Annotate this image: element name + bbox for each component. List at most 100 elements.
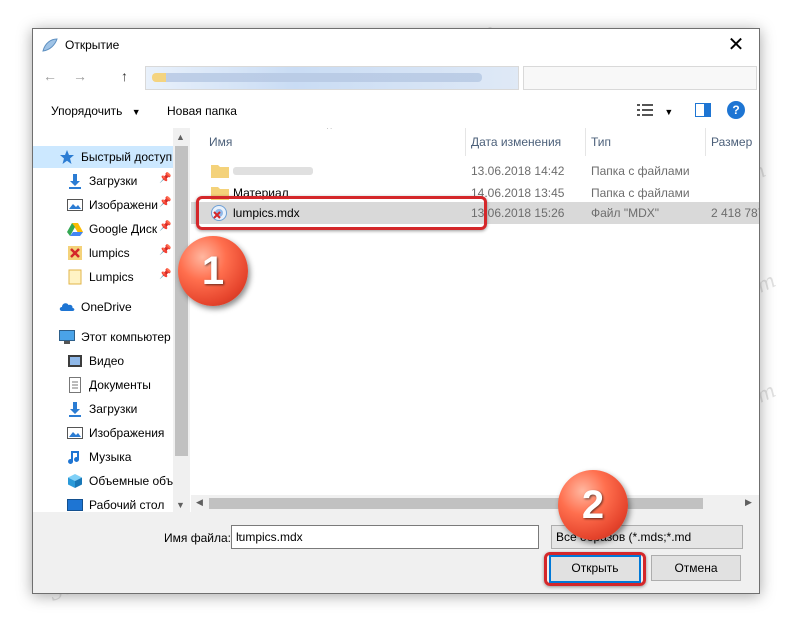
desktop-icon	[67, 498, 83, 511]
forward-button[interactable]: →	[73, 68, 87, 84]
highlight-open-button	[544, 552, 646, 586]
sidebar-item-label: Загрузки	[89, 402, 138, 416]
sidebar-item-lumpics[interactable]: lumpics	[67, 242, 130, 264]
column-header-date[interactable]: Дата изменения	[471, 128, 561, 156]
organize-label: Упорядочить	[51, 104, 123, 118]
pictures-icon	[67, 198, 83, 211]
toolbar: Упорядочить ▼ Новая папка ▼ ?	[33, 92, 759, 128]
column-divider[interactable]	[705, 128, 706, 156]
sort-indicator-icon: ^	[327, 128, 332, 135]
preview-pane-icon[interactable]	[694, 103, 711, 117]
file-date: 13.06.2018 14:42	[471, 164, 565, 178]
file-type: Папка с файлами	[591, 164, 690, 178]
sidebar-item-quick-access[interactable]: Быстрый доступ	[59, 146, 172, 168]
column-header-type[interactable]: Тип	[591, 128, 611, 156]
column-divider[interactable]	[465, 128, 466, 156]
help-button[interactable]: ?	[727, 101, 745, 119]
new-folder-button[interactable]: Новая папка	[167, 104, 237, 118]
address-path-blurred	[152, 73, 482, 82]
address-row: ← → ↑	[33, 62, 759, 92]
column-header-size[interactable]: Размер	[711, 128, 752, 156]
column-divider[interactable]	[585, 128, 586, 156]
sidebar-item-video[interactable]: Видео	[67, 350, 124, 372]
sidebar-scrollbar[interactable]: ▲ ▼	[173, 128, 190, 512]
cloud-icon	[59, 303, 75, 311]
column-header-name[interactable]: Имя	[209, 128, 232, 156]
chevron-down-icon: ▼	[131, 107, 141, 117]
scrollbar-thumb[interactable]	[209, 498, 703, 509]
sidebar-item-pictures[interactable]: Изображени	[67, 194, 158, 216]
sidebar-item-label: Загрузки	[89, 174, 138, 188]
sidebar-item-downloads[interactable]: Загрузки	[67, 170, 137, 192]
file-name-blurred	[233, 167, 313, 175]
table-row[interactable]: 13.06.2018 14:42 Папка с файлами	[191, 160, 759, 182]
scroll-right-icon[interactable]: ▶	[745, 497, 752, 508]
window-title: Открытие	[65, 38, 120, 52]
scroll-up-icon[interactable]: ▲	[176, 132, 185, 142]
sidebar-item-label: Объемные объ	[89, 474, 173, 488]
up-button[interactable]: ↑	[121, 68, 128, 84]
computer-icon	[59, 329, 75, 344]
organize-button[interactable]: Упорядочить ▼	[51, 104, 141, 118]
close-button[interactable]: ✕	[713, 29, 759, 61]
folder-icon	[211, 165, 229, 178]
pin-icon: 📌	[159, 197, 172, 208]
sidebar-item-label: Музыка	[89, 450, 132, 464]
scroll-down-icon[interactable]: ▼	[176, 500, 185, 510]
sidebar-item-google-drive[interactable]: Google Диск	[67, 218, 157, 240]
sidebar-item-music[interactable]: Музыка	[67, 446, 131, 468]
sidebar-item-onedrive[interactable]: OneDrive	[59, 296, 132, 318]
pin-icon: 📌	[159, 173, 172, 184]
sidebar-item-3d-objects[interactable]: Объемные объ	[67, 470, 173, 492]
3d-objects-icon	[68, 473, 82, 488]
sidebar-item-downloads-pc[interactable]: Загрузки	[67, 398, 137, 420]
pin-icon: 📌	[159, 221, 172, 232]
video-icon	[68, 354, 82, 367]
scrollbar-thumb[interactable]	[175, 146, 188, 456]
star-icon	[60, 149, 74, 164]
sidebar-item-label: Google Диск	[89, 222, 158, 236]
sidebar-item-pictures-pc[interactable]: Изображения	[67, 422, 164, 444]
pin-icon: 📌	[159, 245, 172, 256]
file-list-scrollbar[interactable]: ◀ ▶	[191, 495, 759, 512]
music-icon	[68, 450, 80, 464]
sidebar-item-documents[interactable]: Документы	[67, 374, 151, 396]
title-bar: Открытие ✕	[33, 29, 759, 61]
sidebar-item-desktop[interactable]: Рабочий стол	[67, 494, 164, 512]
scroll-left-icon[interactable]: ◀	[196, 497, 203, 508]
lumpics-icon	[68, 245, 82, 260]
sidebar-item-label: lumpics	[89, 246, 130, 260]
step-2-badge: 2	[558, 470, 628, 540]
documents-icon	[69, 376, 81, 393]
file-list: ^ Имя Дата изменения Тип Размер 13.06.20…	[191, 128, 759, 512]
sidebar-item-label: Lumpics	[89, 270, 134, 284]
open-file-dialog: Открытие ✕ ← → ↑ Упорядочить ▼ Новая пап…	[32, 28, 760, 594]
app-icon	[42, 38, 58, 52]
chevron-down-icon: ▼	[664, 107, 674, 117]
file-size: 2 418 787	[711, 206, 759, 220]
highlight-file-row	[196, 196, 487, 230]
filename-input[interactable]: lumpics.mdx ⌄	[231, 525, 539, 549]
step-1-badge: 1	[178, 236, 248, 306]
view-options[interactable]: ▼	[637, 103, 711, 120]
sidebar-item-label: Документы	[89, 378, 151, 392]
download-icon	[69, 173, 81, 189]
google-drive-icon	[67, 222, 83, 236]
file-type: Папка с файлами	[591, 186, 690, 200]
back-button[interactable]: ←	[43, 68, 57, 84]
filename-label: Имя файла:	[164, 531, 231, 545]
dialog-footer: Имя файла: lumpics.mdx ⌄ Все образов (*.…	[33, 512, 759, 593]
sidebar-item-label: Видео	[89, 354, 125, 368]
pin-icon: 📌	[159, 269, 172, 280]
address-bar[interactable]	[145, 66, 519, 90]
folder-icon	[68, 269, 82, 285]
sidebar-item-label: OneDrive	[81, 300, 132, 314]
sidebar-item-label: Изображени	[89, 198, 158, 212]
sidebar-item-label: Изображения	[89, 426, 165, 440]
sidebar-item-lumpics-folder[interactable]: Lumpics	[67, 266, 134, 288]
sidebar-item-this-pc[interactable]: Этот компьютер	[59, 326, 171, 348]
chevron-down-icon[interactable]: ⌄	[236, 529, 534, 540]
navigation-pane: Быстрый доступ Загрузки Изображени Googl…	[33, 128, 173, 512]
search-input[interactable]	[523, 66, 757, 90]
cancel-button[interactable]: Отмена	[651, 555, 741, 581]
